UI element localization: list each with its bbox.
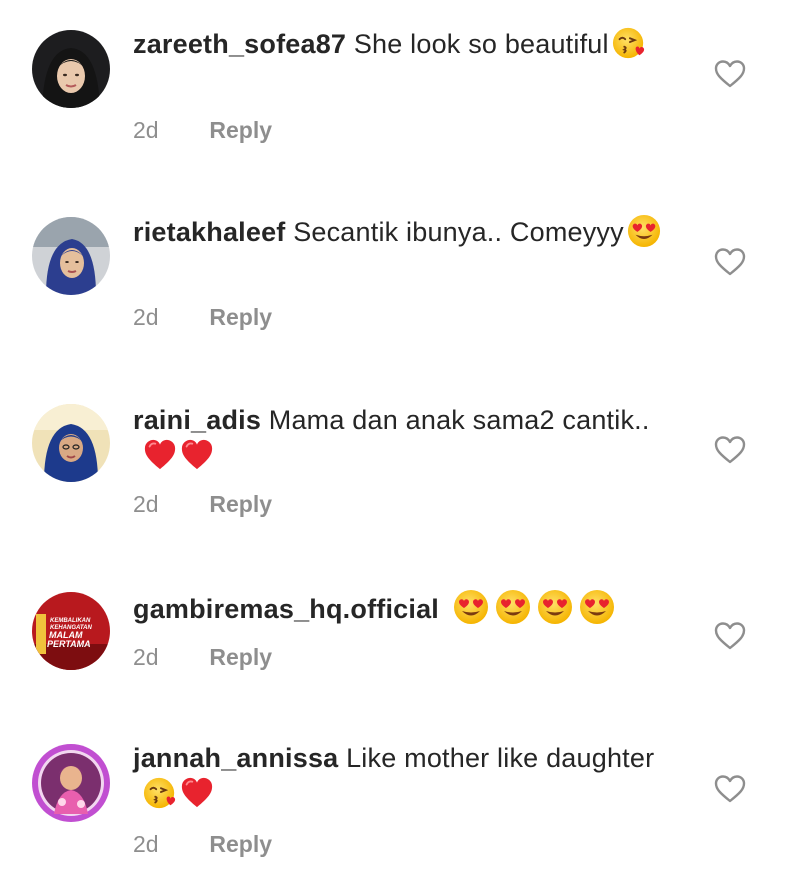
comment-username[interactable]: jannah_annissa <box>133 743 338 773</box>
reply-button[interactable]: Reply <box>209 831 272 857</box>
comment-text: jannah_annissa Like mother like daughter <box>133 740 673 812</box>
comment-meta: 2d Reply <box>133 831 272 858</box>
red-heart-emoji <box>180 776 214 810</box>
kiss-emoji <box>143 776 177 810</box>
comment-timestamp: 2d <box>133 831 159 857</box>
heart-outline-icon[interactable] <box>714 774 746 804</box>
comment-item: jannah_annissa Like mother like daughter… <box>0 0 800 895</box>
comment-message: Like mother like daughter <box>346 743 655 773</box>
avatar[interactable] <box>32 744 110 822</box>
